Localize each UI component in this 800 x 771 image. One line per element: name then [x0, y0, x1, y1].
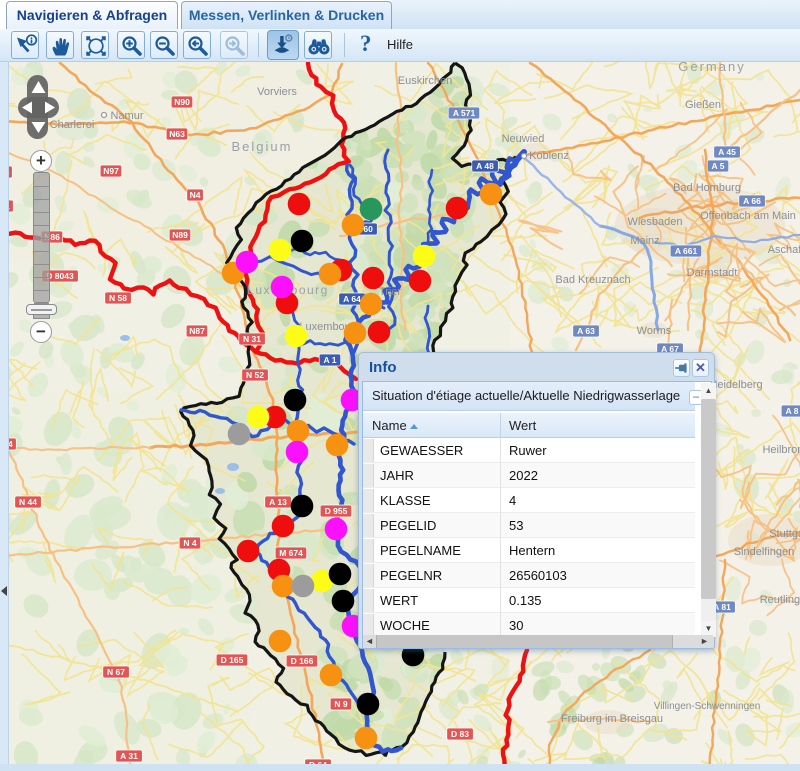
- svg-text:A 63: A 63: [577, 326, 595, 336]
- svg-text:Namur: Namur: [110, 110, 143, 122]
- svg-text:Mainz: Mainz: [630, 235, 659, 247]
- svg-text:Euskirchen: Euskirchen: [398, 75, 452, 87]
- svg-text:A 64: A 64: [343, 294, 361, 304]
- svg-text:N89: N89: [172, 230, 188, 240]
- svg-text:Bad Kreuznach: Bad Kreuznach: [555, 274, 630, 286]
- svg-text:A 31: A 31: [120, 751, 138, 761]
- svg-text:Stuttgart: Stuttgart: [769, 528, 800, 540]
- svg-text:Gießen: Gießen: [685, 99, 721, 111]
- svg-text:Heilbronn: Heilbronn: [762, 444, 800, 456]
- svg-text:A 45: A 45: [718, 147, 736, 157]
- svg-text:N 31: N 31: [243, 334, 261, 344]
- svg-text:A 1: A 1: [324, 355, 337, 365]
- svg-text:N 67: N 67: [107, 667, 125, 677]
- svg-text:Aschaffe: Aschaffe: [768, 244, 800, 256]
- svg-text:A 571: A 571: [453, 108, 476, 118]
- svg-text:Offenbach am Main: Offenbach am Main: [700, 210, 796, 222]
- svg-text:N90: N90: [174, 97, 190, 107]
- svg-text:N 4: N 4: [183, 538, 197, 548]
- svg-text:N 52: N 52: [246, 370, 264, 380]
- svg-text:M 674: M 674: [279, 548, 303, 558]
- svg-text:D 165: D 165: [221, 655, 244, 665]
- svg-text:Freiburg im Breisgau: Freiburg im Breisgau: [561, 713, 663, 725]
- svg-text:N 9: N 9: [334, 699, 348, 709]
- svg-text:D 8043: D 8043: [46, 271, 74, 281]
- svg-text:Koblenz: Koblenz: [529, 150, 569, 162]
- svg-text:D 955: D 955: [325, 506, 348, 516]
- svg-text:Bad Homburg: Bad Homburg: [673, 182, 741, 194]
- svg-text:Vorviers: Vorviers: [257, 86, 297, 98]
- svg-text:Sindelfingen: Sindelfingen: [734, 546, 795, 558]
- svg-text:D 83: D 83: [451, 729, 469, 739]
- svg-text:Reutlingen: Reutlingen: [760, 594, 800, 606]
- svg-text:A 661: A 661: [675, 246, 698, 256]
- svg-text:A 5: A 5: [712, 161, 725, 171]
- svg-text:N 44: N 44: [19, 497, 37, 507]
- svg-text:N63: N63: [169, 129, 185, 139]
- svg-text:Darmstadt: Darmstadt: [687, 267, 738, 279]
- svg-text:Trier: Trier: [379, 286, 402, 298]
- svg-text:Worms: Worms: [637, 325, 672, 337]
- svg-text:Wiesbaden: Wiesbaden: [627, 216, 682, 228]
- svg-text:A 66: A 66: [743, 196, 761, 206]
- svg-text:Villingen-Schwenningen: Villingen-Schwenningen: [654, 701, 761, 712]
- svg-text:Germany: Germany: [678, 62, 745, 74]
- svg-text:N4: N4: [190, 190, 201, 200]
- svg-text:N 58: N 58: [109, 293, 127, 303]
- svg-text:D 166: D 166: [291, 656, 314, 666]
- svg-text:Neuwied: Neuwied: [502, 133, 545, 145]
- svg-text:A 48: A 48: [476, 161, 494, 171]
- svg-text:A 8: A 8: [786, 406, 799, 416]
- svg-text:A 13: A 13: [269, 497, 287, 507]
- svg-text:N97: N97: [103, 166, 119, 176]
- svg-text:N87: N87: [189, 326, 205, 336]
- svg-text:Belgium: Belgium: [232, 139, 293, 154]
- svg-text:Heidelberg: Heidelberg: [709, 379, 762, 391]
